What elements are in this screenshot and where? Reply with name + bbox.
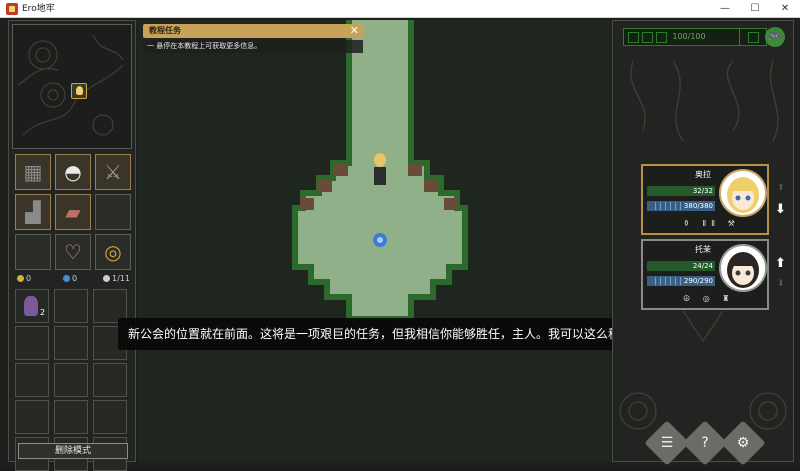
list-button[interactable]: ☰ xyxy=(651,433,683,453)
dark-hair-girl-portrait-icon xyxy=(727,252,759,288)
equip-slot-underwear[interactable]: ◓ xyxy=(55,154,91,190)
up-arrow-dim-icon: ⬆ xyxy=(777,183,785,193)
inventory-slot[interactable]: 2 xyxy=(15,289,49,323)
down-arrow-dim-icon: ⬇ xyxy=(777,279,785,289)
quest-title: 教程任务 xyxy=(149,26,181,35)
member-name: 奥拉 xyxy=(695,170,711,179)
right-panel: 100/100 🎮 奥拉 32/32 380/380 ⚱ ⅡⅡ ⚒ ⬆ ⬇ 托茉… xyxy=(612,20,794,466)
equip-slot-sword[interactable]: ⚔ xyxy=(95,154,131,190)
window-title: Ero地牢 xyxy=(22,4,55,14)
dialog-text: 新公会的位置就在前面。这将是一项艰巨的任务，但我相信你能够胜任，主人。我可以这么… xyxy=(128,327,693,341)
game-window: Ero地牢 — ☐ ✕ ▦ ◓ ⚔ ▟ ▰ ♡ ◎ 0 0 1/11 2 删除模… xyxy=(0,0,800,471)
member-mp-text: 380/380 xyxy=(683,202,713,210)
move-down-arrow-icon[interactable]: ⬇ xyxy=(775,203,786,217)
hp-bar: 100/100 xyxy=(623,28,753,46)
member-icons: ⚱ ⅡⅡ ⚒ xyxy=(683,219,740,228)
inventory-slot[interactable] xyxy=(93,400,127,434)
hp-bar-extension xyxy=(739,28,767,46)
quest-body: 一 悬停在本教程上可获取更多信息。 xyxy=(143,40,363,53)
stats-row: 0 0 1/11 xyxy=(15,273,131,285)
app-icon xyxy=(6,3,18,15)
equip-slot-armor-top[interactable]: ▦ xyxy=(15,154,51,190)
member-hp-text: 24/24 xyxy=(692,262,713,270)
hp-segment-icon xyxy=(748,32,759,43)
spiral-icon: ◎ xyxy=(104,240,122,264)
bag-stat: 1/11 xyxy=(103,273,130,285)
quest-header: 教程任务 ✕ xyxy=(143,24,363,38)
member-name: 托茉 xyxy=(695,245,711,254)
item-count: 2 xyxy=(40,308,46,317)
inventory-slot[interactable] xyxy=(54,400,88,434)
equip-slot-boots[interactable]: ▟ xyxy=(15,194,51,230)
inventory-slot[interactable] xyxy=(15,326,49,360)
gauntlet-icon: ▰ xyxy=(65,200,81,224)
gold-stat: 0 xyxy=(17,273,31,285)
party-card-ola[interactable]: 奥拉 32/32 380/380 ⚱ ⅡⅡ ⚒ xyxy=(641,164,769,235)
member-mp-bar: 380/380 xyxy=(647,201,715,211)
blonde-girl-portrait-icon xyxy=(727,177,759,213)
title-bar: Ero地牢 — ☐ ✕ xyxy=(0,0,800,18)
member-mp-bar: 290/290 xyxy=(647,276,715,286)
quest-close-button[interactable]: ✕ xyxy=(350,24,359,38)
equip-slot-empty-2[interactable] xyxy=(15,234,51,270)
help-button[interactable]: ? xyxy=(689,433,721,453)
quest-panel[interactable]: 教程任务 ✕ 一 悬停在本教程上可获取更多信息。 xyxy=(143,24,363,54)
boots-icon: ▟ xyxy=(25,200,41,224)
player-sprite xyxy=(374,153,386,185)
gold-value: 0 xyxy=(26,274,32,283)
inventory-slot[interactable] xyxy=(15,400,49,434)
delete-mode-button[interactable]: 删除模式 xyxy=(18,443,128,459)
dialog-box[interactable]: 新公会的位置就在前面。这将是一项艰巨的任务，但我相信你能够胜任，主人。我可以这么… xyxy=(118,318,692,350)
bag-icon xyxy=(103,275,110,282)
inventory-slot[interactable] xyxy=(15,363,49,397)
equip-slot-heart[interactable]: ♡ xyxy=(55,234,91,270)
member-mp-text: 290/290 xyxy=(683,277,713,285)
hp-text: 100/100 xyxy=(672,32,706,41)
gem-icon xyxy=(63,275,70,282)
settings-button[interactable]: ⚙ xyxy=(727,433,759,453)
inventory-slot[interactable] xyxy=(54,289,88,323)
party-card-tuo[interactable]: 托茉 24/24 290/290 ☮ ◎ ♜ xyxy=(641,239,769,310)
destination-marker xyxy=(373,233,387,247)
potion-icon xyxy=(24,296,38,316)
gem-stat: 0 xyxy=(63,273,77,285)
inventory-slot[interactable] xyxy=(93,363,127,397)
map-tiles xyxy=(292,20,468,320)
equip-slot-empty-1[interactable] xyxy=(95,194,131,230)
member-hp-bar: 32/32 xyxy=(647,186,715,196)
underwear-icon: ◓ xyxy=(64,160,82,184)
dungeon-map[interactable] xyxy=(138,20,610,462)
maximize-button[interactable]: ☐ xyxy=(740,0,770,18)
quest-hint: 一 悬停在本教程上可获取更多信息。 xyxy=(147,42,262,50)
armor-top-icon: ▦ xyxy=(23,160,43,184)
member-portrait xyxy=(719,244,767,292)
bag-value: 1/11 xyxy=(112,274,130,283)
move-up-arrow-icon[interactable]: ⬆ xyxy=(775,257,786,271)
minimize-button[interactable]: — xyxy=(710,0,740,18)
minimap[interactable] xyxy=(12,24,132,149)
heart-icon: ♡ xyxy=(64,240,82,264)
empty-1-icon xyxy=(100,199,126,225)
member-icons: ☮ ◎ ♜ xyxy=(683,294,735,303)
close-window-button[interactable]: ✕ xyxy=(770,0,800,18)
equip-slot-spiral[interactable]: ◎ xyxy=(95,234,131,270)
inventory-grid: 2 xyxy=(15,289,131,471)
member-hp-bar: 24/24 xyxy=(647,261,715,271)
equip-slot-gauntlet[interactable]: ▰ xyxy=(55,194,91,230)
member-portrait xyxy=(719,169,767,217)
gem-value: 0 xyxy=(72,274,78,283)
inventory-slot[interactable] xyxy=(54,326,88,360)
coin-icon xyxy=(17,275,24,282)
sword-icon: ⚔ xyxy=(104,160,122,184)
inventory-slot[interactable] xyxy=(54,363,88,397)
gamepad-button[interactable]: 🎮 xyxy=(765,27,785,47)
empty-2-icon xyxy=(20,239,46,265)
left-panel: ▦ ◓ ⚔ ▟ ▰ ♡ ◎ 0 0 1/11 2 删除模式 xyxy=(8,20,136,471)
member-hp-text: 32/32 xyxy=(692,187,713,195)
minimap-player-marker xyxy=(71,83,87,99)
